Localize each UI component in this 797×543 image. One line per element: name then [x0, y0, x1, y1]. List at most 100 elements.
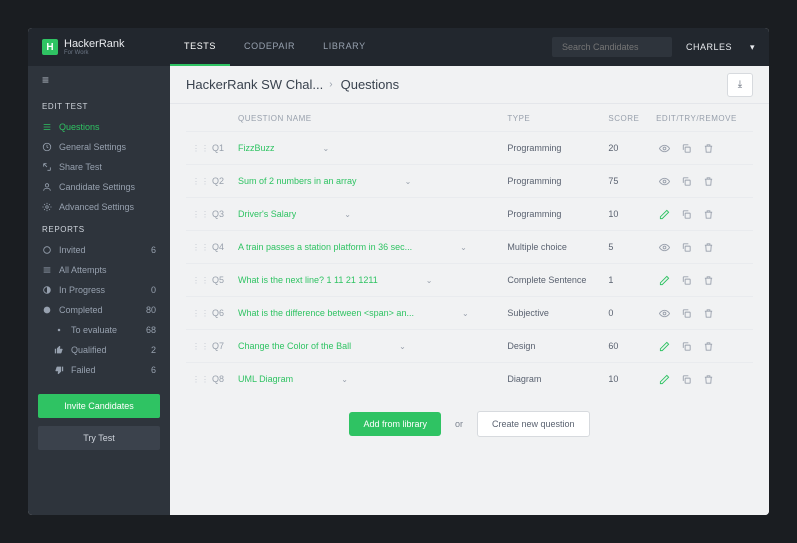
view-button[interactable]	[656, 239, 672, 255]
question-link[interactable]: FizzBuzz	[238, 143, 275, 153]
drag-handle[interactable]: ⋮⋮	[186, 297, 206, 330]
drag-handle[interactable]: ⋮⋮	[186, 363, 206, 396]
remove-button[interactable]	[700, 305, 716, 321]
search-input[interactable]	[552, 37, 672, 57]
sidebar-item-failed[interactable]: Failed6	[28, 360, 170, 380]
copy-button[interactable]	[678, 371, 694, 387]
remove-button[interactable]	[700, 239, 716, 255]
sidebar-head-reports: REPORTS	[28, 217, 170, 240]
drag-icon: ⋮⋮	[192, 180, 200, 183]
copy-button[interactable]	[678, 140, 694, 156]
edit-button[interactable]	[656, 371, 672, 387]
question-link[interactable]: Driver's Salary	[238, 209, 296, 219]
view-button[interactable]	[656, 305, 672, 321]
user-name: CHARLES	[686, 42, 732, 52]
drag-icon: ⋮⋮	[192, 147, 200, 150]
count-badge: 0	[151, 285, 156, 295]
view-button[interactable]	[656, 140, 672, 156]
drag-handle[interactable]: ⋮⋮	[186, 165, 206, 198]
edit-button[interactable]	[656, 338, 672, 354]
sidebar-item-invited[interactable]: Invited6	[28, 240, 170, 260]
brand-logo[interactable]: H HackerRank For Work	[28, 38, 170, 56]
tab-codepair[interactable]: CODEPAIR	[230, 28, 309, 66]
remove-button[interactable]	[700, 140, 716, 156]
question-link[interactable]: A train passes a station platform in 36 …	[238, 242, 412, 252]
hamburger-button[interactable]: ≡	[28, 66, 170, 94]
question-name: Sum of 2 numbers in an array	[238, 176, 357, 186]
drag-handle[interactable]: ⋮⋮	[186, 198, 206, 231]
chevron-down-icon[interactable]: ⌄	[460, 243, 467, 252]
invite-candidates-button[interactable]: Invite Candidates	[38, 394, 160, 418]
chevron-down-icon[interactable]: ⌄	[341, 375, 348, 384]
sidebar-item-questions[interactable]: Questions	[28, 117, 170, 137]
table-row: ⋮⋮Q3Driver's Salary⌄Programming10	[186, 198, 753, 231]
question-link[interactable]: Change the Color of the Ball	[238, 341, 351, 351]
try-test-button[interactable]: Try Test	[38, 426, 160, 450]
chevron-down-icon[interactable]: ⌄	[323, 144, 330, 153]
question-score: 75	[602, 165, 650, 198]
chevron-down-icon[interactable]: ⌄	[405, 177, 412, 186]
sidebar-item-general-settings[interactable]: General Settings	[28, 137, 170, 157]
remove-button[interactable]	[700, 173, 716, 189]
drag-handle[interactable]: ⋮⋮	[186, 132, 206, 165]
question-name: Change the Color of the Ball	[238, 341, 351, 351]
sidebar: ≡ EDIT TEST QuestionsGeneral SettingsSha…	[28, 66, 170, 515]
question-link[interactable]: What is the difference between <span> an…	[238, 308, 414, 318]
sidebar-item-in-progress[interactable]: In Progress0	[28, 280, 170, 300]
col-type: TYPE	[501, 104, 602, 132]
sidebar-item-share-test[interactable]: Share Test	[28, 157, 170, 177]
download-button[interactable]: ⤓	[727, 73, 753, 97]
copy-button[interactable]	[678, 173, 694, 189]
drag-icon: ⋮⋮	[192, 246, 200, 249]
drag-handle[interactable]: ⋮⋮	[186, 264, 206, 297]
question-link[interactable]: UML Diagram	[238, 374, 293, 384]
remove-button[interactable]	[700, 371, 716, 387]
copy-button[interactable]	[678, 239, 694, 255]
edit-button[interactable]	[656, 206, 672, 222]
question-score: 0	[602, 297, 650, 330]
sidebar-item-advanced-settings[interactable]: Advanced Settings	[28, 197, 170, 217]
view-button[interactable]	[656, 173, 672, 189]
count-badge: 6	[151, 245, 156, 255]
copy-button[interactable]	[678, 272, 694, 288]
chevron-down-icon[interactable]: ⌄	[399, 342, 406, 351]
chevron-down-icon[interactable]: ⌄	[462, 309, 469, 318]
drag-handle[interactable]: ⋮⋮	[186, 330, 206, 363]
table-row: ⋮⋮Q2Sum of 2 numbers in an array⌄Program…	[186, 165, 753, 198]
remove-button[interactable]	[700, 206, 716, 222]
user-icon	[42, 182, 52, 192]
chevron-down-icon[interactable]: ⌄	[344, 210, 351, 219]
user-menu[interactable]: CHARLES ▾	[686, 42, 755, 53]
table-row: ⋮⋮Q5What is the next line? 1 11 21 1211⌄…	[186, 264, 753, 297]
sidebar-item-to-evaluate[interactable]: To evaluate68	[28, 320, 170, 340]
copy-button[interactable]	[678, 338, 694, 354]
thumb-down-icon	[54, 365, 64, 375]
sidebar-item-qualified[interactable]: Qualified2	[28, 340, 170, 360]
tab-library[interactable]: LIBRARY	[309, 28, 380, 66]
copy-button[interactable]	[678, 305, 694, 321]
remove-button[interactable]	[700, 338, 716, 354]
table-row: ⋮⋮Q4A train passes a station platform in…	[186, 231, 753, 264]
drag-handle[interactable]: ⋮⋮	[186, 231, 206, 264]
chevron-down-icon[interactable]: ⌄	[426, 276, 433, 285]
add-from-library-button[interactable]: Add from library	[349, 412, 441, 436]
question-link[interactable]: What is the next line? 1 11 21 1211	[238, 275, 378, 285]
sidebar-item-all-attempts[interactable]: All Attempts	[28, 260, 170, 280]
sidebar-item-label: Qualified	[71, 345, 107, 355]
sidebar-item-completed[interactable]: Completed80	[28, 300, 170, 320]
copy-button[interactable]	[678, 206, 694, 222]
sidebar-item-candidate-settings[interactable]: Candidate Settings	[28, 177, 170, 197]
table-row: ⋮⋮Q1FizzBuzz⌄Programming20	[186, 132, 753, 165]
create-new-question-button[interactable]: Create new question	[477, 411, 590, 437]
question-link[interactable]: Sum of 2 numbers in an array	[238, 176, 357, 186]
tab-tests[interactable]: TESTS	[170, 28, 230, 66]
sidebar-item-label: Advanced Settings	[59, 202, 134, 212]
page-header: HackerRank SW Chal... › Questions ⤓	[170, 66, 769, 104]
question-type: Subjective	[501, 297, 602, 330]
sidebar-item-label: Questions	[59, 122, 100, 132]
sidebar-item-label: Failed	[71, 365, 96, 375]
rows-icon	[42, 265, 52, 275]
breadcrumb-test[interactable]: HackerRank SW Chal...	[186, 77, 323, 92]
edit-button[interactable]	[656, 272, 672, 288]
remove-button[interactable]	[700, 272, 716, 288]
